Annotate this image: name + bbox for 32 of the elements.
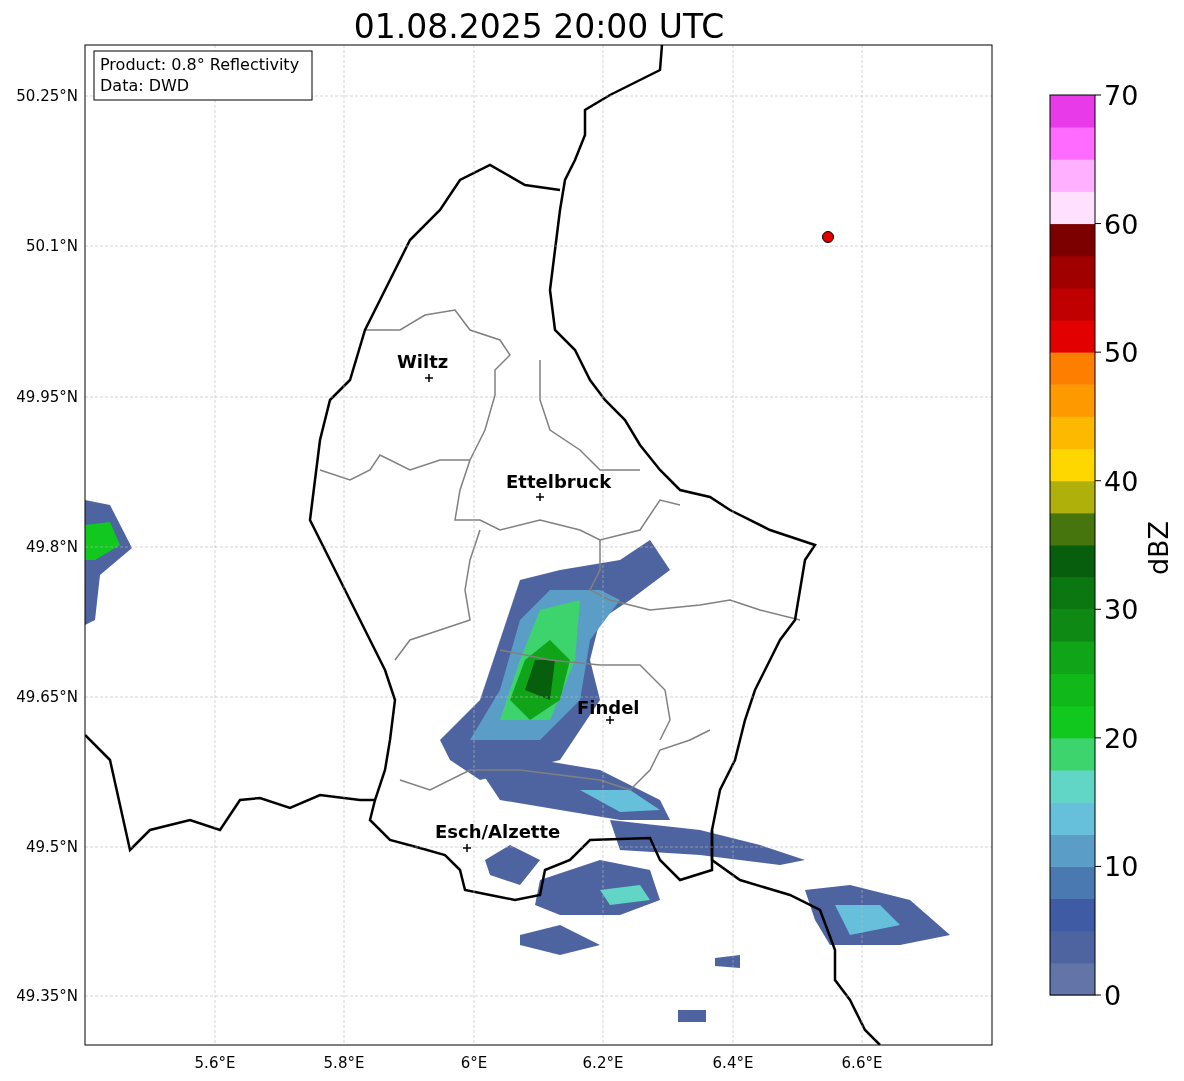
colorbar-tick-label: 40: [1104, 465, 1139, 497]
latitude-label: 49.65°N: [16, 688, 78, 706]
info-text: Data: DWD: [100, 76, 190, 95]
city-label: Wiltz: [397, 351, 449, 372]
latitude-label: 49.8°N: [25, 538, 78, 556]
longitude-label: 6.6°E: [841, 1054, 883, 1072]
city-marker-icon: [535, 492, 545, 502]
longitude-label: 5.6°E: [194, 1054, 236, 1072]
longitude-label: 6°E: [460, 1054, 488, 1072]
info-text: Product: 0.8° Reflectivity: [100, 55, 300, 74]
location-dot-icon: [822, 231, 834, 243]
chart-title: 01.08.2025 20:00 UTC: [353, 7, 725, 46]
city-marker-icon: [424, 373, 434, 383]
longitude-label: 6.2°E: [582, 1054, 624, 1072]
colorbar-tick-label: 50: [1104, 337, 1139, 369]
city-label: Ettelbruck: [506, 471, 612, 492]
colorbar-tick-label: 30: [1104, 594, 1139, 626]
city-marker-icon: [462, 843, 472, 853]
latitude-label: 49.5°N: [25, 838, 78, 856]
latitude-label: 49.95°N: [16, 388, 78, 406]
colorbar-title: dBZ: [1143, 520, 1174, 576]
colorbar-tick-label: 0: [1104, 980, 1122, 1011]
latitude-label: 49.35°N: [16, 987, 78, 1005]
colorbar-tick-label: 70: [1104, 80, 1139, 111]
longitude-label: 6.4°E: [712, 1054, 754, 1072]
city-label: Esch/Alzette: [435, 821, 561, 842]
colorbar-tick-label: 60: [1104, 208, 1139, 240]
colorbar-tick-label: 10: [1104, 851, 1139, 883]
colorbar-tick-label: 20: [1104, 722, 1139, 754]
latitude-label: 50.25°N: [16, 87, 78, 105]
latitude-label: 50.1°N: [25, 237, 78, 255]
longitude-label: 5.8°E: [323, 1054, 365, 1072]
